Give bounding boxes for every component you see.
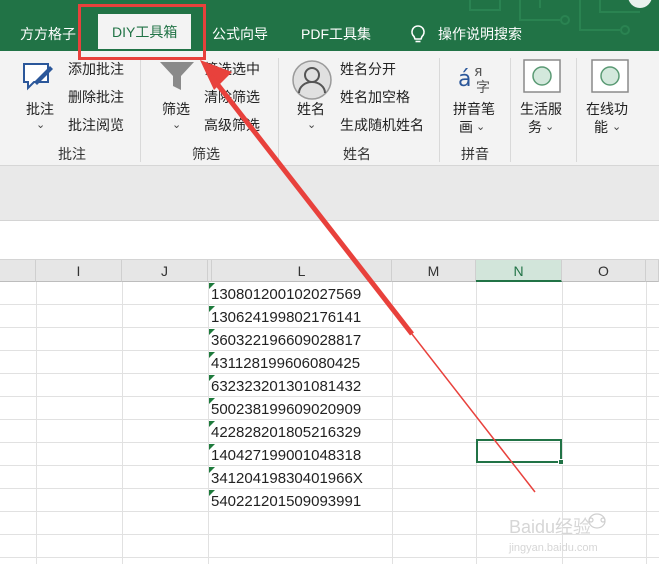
name-group-label: 姓名	[343, 146, 371, 162]
ribbon-separator	[439, 58, 440, 162]
pinyin-chevron-icon[interactable]: ⌄	[476, 120, 485, 133]
filter-selected-button[interactable]: 筛选选中	[204, 60, 260, 78]
life-service-label[interactable]: 生活服	[520, 100, 562, 118]
comment-button-label[interactable]: 批注	[26, 100, 54, 118]
column-header-j[interactable]: J	[122, 260, 208, 282]
cell-l-value[interactable]: 130801200102027569	[209, 283, 392, 306]
column-header-i[interactable]: I	[36, 260, 122, 282]
name-add-space-button[interactable]: 姓名加空格	[340, 88, 410, 106]
ribbon-collapsed-area	[0, 166, 659, 220]
pinyin-icon: á я 字	[458, 64, 490, 96]
advanced-filter-button[interactable]: 高级筛选	[204, 116, 260, 134]
grid-line	[122, 282, 123, 564]
cell-l-value[interactable]: 431128199606080425	[209, 352, 392, 375]
column-header-l[interactable]: L	[212, 260, 392, 282]
comment-pen-icon	[23, 63, 53, 91]
pinyin-group-label: 拼音	[461, 146, 489, 162]
tab-fangfang[interactable]: 方方格子	[20, 24, 76, 44]
comment-chevron-icon[interactable]: ⌄	[36, 118, 45, 131]
watermark-subtext: jingyan.baidu.com	[508, 542, 598, 554]
ribbon-separator	[576, 58, 577, 162]
cell-l-value[interactable]: 130624199802176141	[209, 306, 392, 329]
random-name-button[interactable]: 生成随机姓名	[340, 116, 424, 134]
formula-bar[interactable]	[0, 220, 659, 260]
life-service-label-2[interactable]: 务	[528, 118, 542, 136]
cell-l-value[interactable]: 500238199609020909	[209, 398, 392, 421]
grid-line	[476, 282, 477, 564]
ribbon-separator	[140, 58, 141, 162]
tell-me-search[interactable]: 操作说明搜索	[438, 24, 522, 44]
error-indicator-icon	[209, 306, 215, 312]
svg-text:я: я	[474, 64, 482, 80]
column-header-blank[interactable]	[0, 260, 36, 282]
life-service-chevron-icon[interactable]: ⌄	[545, 120, 554, 133]
cell-l-value[interactable]: 140427199001048318	[209, 444, 392, 467]
person-avatar-icon	[292, 60, 332, 100]
tab-pdf-tools[interactable]: PDF工具集	[301, 24, 371, 44]
column-header-p[interactable]	[646, 260, 659, 282]
filter-group-label: 筛选	[192, 146, 220, 162]
online-feature-label-2[interactable]: 能	[594, 118, 608, 136]
life-service-icon	[523, 59, 561, 93]
comment-group-label: 批注	[58, 146, 86, 162]
cell-l-value[interactable]: 360322196609028817	[209, 329, 392, 352]
cell-l-value[interactable]: 422828201805216329	[209, 421, 392, 444]
column-header-m[interactable]: M	[392, 260, 476, 282]
ribbon-separator	[510, 58, 511, 162]
column-header-o[interactable]: O	[562, 260, 646, 282]
cell-l-value[interactable]: 632323201301081432	[209, 375, 392, 398]
grid-line	[392, 282, 393, 564]
ribbon-separator	[278, 58, 279, 162]
split-name-button[interactable]: 姓名分开	[340, 60, 396, 78]
error-indicator-icon	[209, 421, 215, 427]
grid-line	[0, 557, 659, 558]
excel-window: 方方格子 DIY工具箱 公式向导 PDF工具集 操作说明搜索 批注 ⌄ 添加批注…	[0, 0, 659, 564]
selected-cell-n[interactable]	[476, 439, 562, 463]
pinyin-stroke-label[interactable]: 拼音笔	[453, 100, 495, 118]
baidu-watermark-icon: Baidu经验 jingyan.baidu.com	[508, 513, 606, 554]
column-header-n[interactable]: N	[476, 260, 562, 282]
error-indicator-icon	[209, 490, 215, 496]
grid-line	[36, 282, 37, 564]
filter-button-label[interactable]: 筛选	[162, 100, 190, 118]
cell-l-value[interactable]: 540221201509093991	[209, 490, 392, 513]
filter-funnel-icon	[160, 62, 194, 90]
add-comment-button[interactable]: 添加批注	[68, 60, 124, 78]
highlight-box	[78, 4, 206, 60]
fill-handle[interactable]	[558, 459, 564, 465]
lightbulb-icon	[411, 25, 425, 43]
error-indicator-icon	[209, 329, 215, 335]
cell-l-value[interactable]: 34120419830401966X	[209, 467, 392, 490]
online-chevron-icon[interactable]: ⌄	[612, 120, 621, 133]
error-indicator-icon	[209, 375, 215, 381]
error-indicator-icon	[209, 467, 215, 473]
error-indicator-icon	[209, 352, 215, 358]
error-indicator-icon	[209, 444, 215, 450]
online-feature-label[interactable]: 在线功	[586, 100, 628, 118]
watermark-text: Baidu经验	[509, 517, 591, 537]
online-feature-icon	[591, 59, 629, 93]
delete-comment-button[interactable]: 删除批注	[68, 88, 124, 106]
svg-text:字: 字	[476, 80, 490, 96]
tab-formula-wizard[interactable]: 公式向导	[212, 24, 268, 44]
grid-line	[646, 282, 647, 564]
name-chevron-icon[interactable]: ⌄	[307, 118, 316, 131]
name-button-label[interactable]: 姓名	[297, 100, 325, 118]
svg-text:á: á	[458, 67, 471, 92]
error-indicator-icon	[209, 398, 215, 404]
filter-chevron-icon[interactable]: ⌄	[172, 118, 181, 131]
pinyin-stroke-label-2[interactable]: 画	[459, 118, 473, 136]
view-comments-button[interactable]: 批注阅览	[68, 116, 124, 134]
error-indicator-icon	[209, 283, 215, 289]
clear-filter-button[interactable]: 清除筛选	[204, 88, 260, 106]
